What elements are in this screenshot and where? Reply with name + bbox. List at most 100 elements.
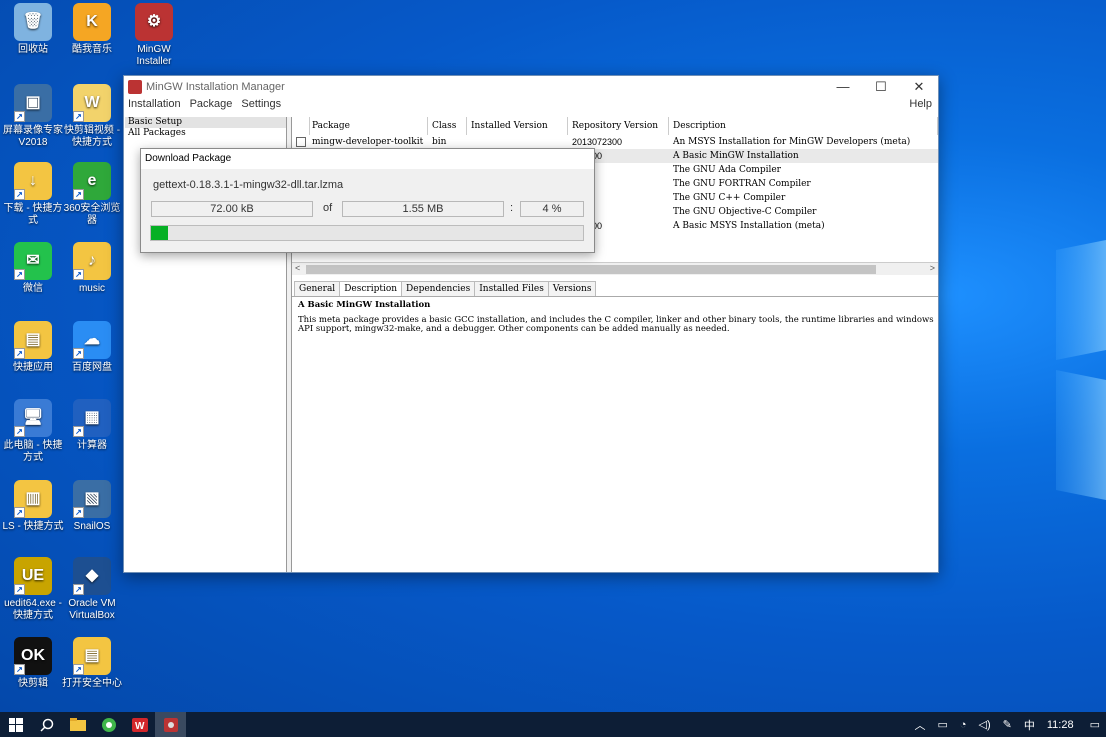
package-checkbox[interactable]	[296, 137, 306, 147]
column-header-class[interactable]: Class	[428, 117, 467, 135]
shortcut-arrow-icon: ↗	[73, 189, 84, 200]
taskbar-mingw-installer[interactable]	[155, 712, 186, 737]
cell-desc: The GNU Ada Compiler	[673, 165, 781, 175]
start-button[interactable]	[0, 712, 31, 737]
shortcut-arrow-icon: ↗	[14, 269, 25, 280]
desktop-icon[interactable]: ♪ ↗ music	[59, 242, 125, 295]
scroll-right-icon[interactable]: >	[930, 263, 935, 273]
desktop-icon[interactable]: ◆ ↗ Oracle VM VirtualBox	[59, 557, 125, 622]
notification-icon[interactable]: ▭	[1090, 718, 1100, 731]
tab-versions[interactable]: Versions	[547, 281, 597, 296]
desktop-icon[interactable]: ☁ ↗ 百度网盘	[59, 321, 125, 374]
app-icon: ▤ ↗	[14, 321, 52, 359]
scroll-left-icon[interactable]: <	[295, 263, 300, 273]
windows-start-icon	[8, 717, 23, 732]
wifi-icon[interactable]: ◔	[960, 719, 967, 731]
desktop-icon[interactable]: ↓ ↗ 下载 - 快捷方式	[0, 162, 66, 227]
desktop-icon[interactable]: ✉ ↗ 微信	[0, 242, 66, 295]
clock[interactable]: 11:28	[1047, 719, 1074, 731]
desktop-icon[interactable]: ▦ ↗ 计算器	[59, 399, 125, 452]
desktop-icon[interactable]: ⚙ MinGW Installer	[121, 3, 187, 68]
app-icon: ⚙	[135, 3, 173, 41]
cell-desc: The GNU FORTRAN Compiler	[673, 179, 811, 189]
icon-glyph: ↓	[29, 172, 37, 189]
tab-description[interactable]: Description	[339, 281, 403, 296]
desktop-icon[interactable]: 🖥 ↗ 此电脑 - 快捷方式	[0, 399, 66, 464]
desktop-icon-label: 微信	[23, 283, 43, 294]
cell-desc: The GNU C++ Compiler	[673, 193, 786, 203]
category-all-packages[interactable]: All Packages	[125, 128, 286, 139]
maximize-button[interactable]: ☐	[862, 76, 900, 98]
close-button[interactable]: ✕	[900, 76, 938, 98]
desktop-icon[interactable]: ▣ ↗ 屏幕录像专家 V2018	[0, 84, 66, 149]
menu-settings[interactable]: Settings	[241, 98, 281, 116]
desktop-icon-label: Oracle VM VirtualBox	[68, 598, 116, 621]
row-checkbox-cell	[292, 135, 310, 149]
table-row[interactable]: mingw-developer-toolkit bin 2013072300 An M…	[292, 135, 938, 149]
chevron-up-icon[interactable]: ︿	[914, 717, 925, 733]
taskbar-360-browser[interactable]	[93, 712, 124, 737]
taskbar-wps[interactable]: W	[124, 712, 155, 737]
download-progress-bar	[150, 225, 584, 241]
mingw-app-icon	[128, 80, 142, 94]
desktop-icon[interactable]: OK ↗ 快剪辑	[0, 637, 66, 690]
column-header-repository-version[interactable]: Repository Version	[568, 117, 669, 135]
column-header-description[interactable]: Description	[669, 117, 938, 135]
pen-icon[interactable]: ✎	[1003, 718, 1012, 731]
taskbar-file-explorer[interactable]	[62, 712, 93, 737]
desktop-icon[interactable]: ▤ ↗ 打开安全中心	[59, 637, 125, 690]
desktop-icon-label: 回收站	[18, 44, 48, 55]
description-panel: A Basic MinGW Installation This meta pac…	[298, 300, 934, 335]
shortcut-arrow-icon: ↗	[73, 426, 84, 437]
app-icon: OK ↗	[14, 637, 52, 675]
icon-glyph: 🖥	[22, 409, 44, 426]
scrollbar-thumb[interactable]	[306, 265, 876, 274]
desktop-icon-label: 屏幕录像专家 V2018	[3, 125, 63, 148]
cell-class: bin	[432, 137, 447, 147]
desktop-icon[interactable]: UE ↗ uedit64.exe - 快捷方式	[0, 557, 66, 622]
desktop-icon-label: 此电脑 - 快捷方式	[3, 440, 63, 463]
ime-indicator[interactable]: 中	[1024, 717, 1035, 733]
tab-installed-files[interactable]: Installed Files	[474, 281, 549, 296]
app-icon: ▥ ↗	[14, 480, 52, 518]
app-icon: ✉ ↗	[14, 242, 52, 280]
shortcut-arrow-icon: ↗	[14, 111, 25, 122]
tab-dependencies[interactable]: Dependencies	[401, 281, 476, 296]
desktop-icon[interactable]: ▤ ↗ 快捷应用	[0, 321, 66, 374]
desktop-icon[interactable]: 🗑 回收站	[0, 3, 66, 56]
icon-glyph: ◆	[85, 567, 99, 584]
menu-package[interactable]: Package	[190, 98, 233, 116]
shortcut-arrow-icon: ↗	[14, 348, 25, 359]
icon-glyph: UE	[21, 567, 45, 584]
app-icon: ↓ ↗	[14, 162, 52, 200]
minimize-button[interactable]: —	[824, 76, 862, 98]
desktop-icon-label: 360安全浏览器	[63, 203, 121, 226]
desktop-icon[interactable]: ▧ ↗ SnailOS	[59, 480, 125, 533]
menu-help[interactable]: Help	[909, 98, 932, 116]
app-icon: 🖥 ↗	[14, 399, 52, 437]
horizontal-scrollbar[interactable]: < >	[292, 262, 938, 275]
wps-icon: W	[131, 717, 148, 732]
desktop-icon[interactable]: K 酷我音乐	[59, 3, 125, 56]
icon-glyph: ▧	[84, 490, 100, 507]
volume-icon[interactable]: ◁)	[979, 718, 991, 731]
category-basic-setup[interactable]: Basic Setup	[125, 117, 286, 128]
app-icon: 🗑	[14, 3, 52, 41]
desktop-icon[interactable]: ▥ ↗ LS - 快捷方式	[0, 480, 66, 533]
search-button[interactable]	[31, 712, 62, 737]
column-header-installed-version[interactable]: Installed Version	[467, 117, 568, 135]
menu-installation[interactable]: Installation	[128, 98, 181, 116]
shortcut-arrow-icon: ↗	[73, 269, 84, 280]
app-icon: ♪ ↗	[73, 242, 111, 280]
column-header-package[interactable]: Package	[310, 117, 428, 135]
desktop-icon-label: 快捷应用	[13, 362, 53, 373]
search-icon	[39, 718, 53, 732]
tab-general[interactable]: General	[294, 281, 341, 296]
app-icon: ▤ ↗	[73, 637, 111, 675]
desktop-icon[interactable]: e ↗ 360安全浏览器	[59, 162, 125, 227]
battery-icon[interactable]: ▭	[937, 718, 947, 731]
desktop-icon[interactable]: W ↗ 快剪辑视频 - 快捷方式	[59, 84, 125, 149]
desktop-icon-label: music	[78, 283, 106, 294]
colon-separator: :	[510, 202, 514, 214]
app-icon: K	[73, 3, 111, 41]
